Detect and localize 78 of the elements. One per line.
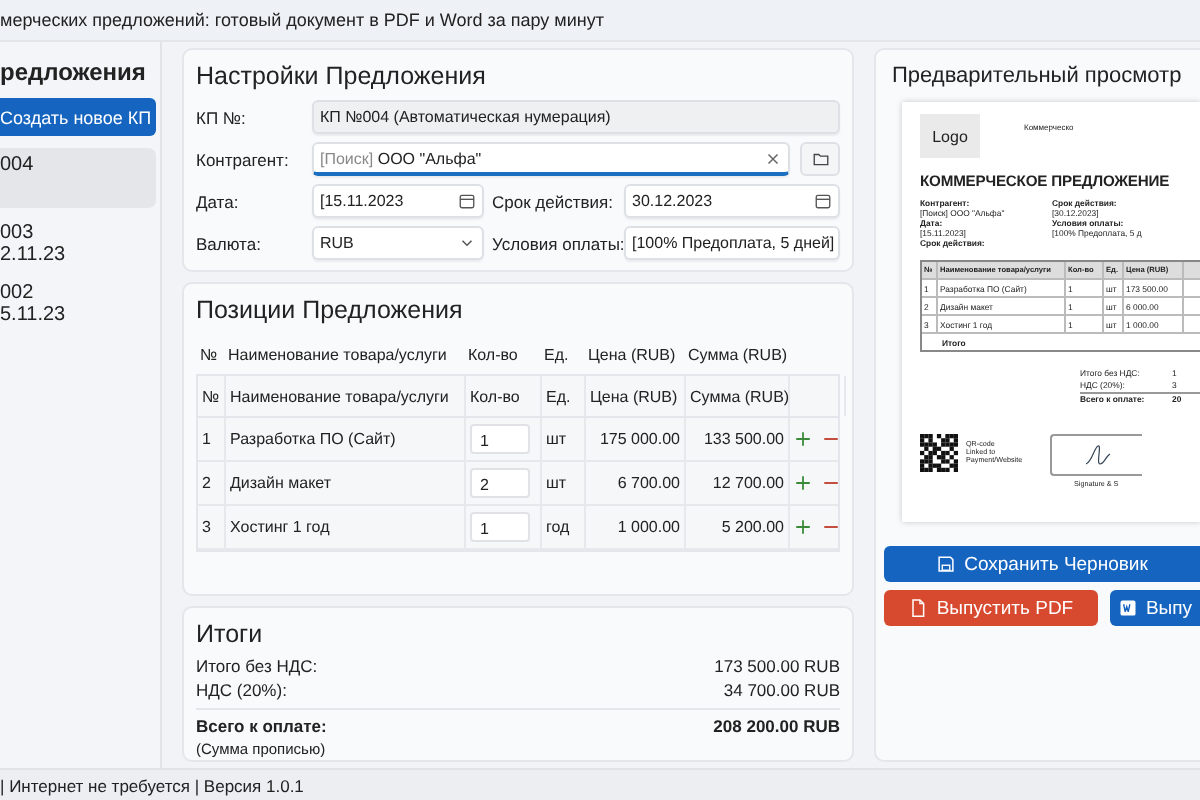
field-value: [Поиск] ООО "Альфа" [320, 149, 482, 167]
field-value: RUB [320, 234, 354, 252]
counterparty-field[interactable]: [Поиск] ООО "Альфа" [312, 142, 790, 176]
export-pdf-button[interactable]: Выпустить PDF [884, 590, 1098, 626]
column-header: Сумма (RUB) [686, 345, 788, 363]
table-cell: шт [542, 462, 586, 504]
date-field[interactable]: [15.11.2023 [312, 184, 484, 218]
field-label: Валюта: [196, 233, 263, 253]
table-cell: год [542, 506, 586, 548]
table-cell: 133 500.00 [686, 418, 790, 460]
field-label: Срок действия: [492, 191, 615, 211]
table-cell: Хостинг 1 год [226, 506, 466, 548]
calendar-icon [814, 192, 832, 210]
table-cell: 1 [198, 418, 226, 460]
field-label: Контрагент: [196, 149, 291, 169]
column-header: Ед. [542, 345, 571, 363]
status-text: | Интернет не требуется | Версия 1.0.1 [0, 775, 304, 795]
card-title: Итоги [196, 620, 265, 648]
table-cell: Дизайн макет [226, 462, 466, 504]
table-cell: 6 700.00 [586, 462, 686, 504]
window-title: мерческих предложений: готовый документ в PDF и Word за пару минут [0, 10, 604, 30]
field-value: [15.11.2023 [320, 192, 404, 210]
column-header: Кол-во [466, 376, 542, 416]
total-value: 208 200.00 RUB [713, 716, 840, 740]
proposal-item[interactable]: 002 5.11.23 [0, 276, 156, 328]
total-label: НДС (20%): [196, 680, 287, 704]
column-header: Цена (RUB) [586, 345, 678, 363]
currency-dropdown[interactable]: RUB [312, 226, 484, 260]
field-label: КП №: [196, 107, 248, 127]
column-header: Наименование товара/услуги [226, 376, 466, 416]
folder-button[interactable] [800, 142, 840, 176]
column-header: Наименование товара/услуги [226, 345, 449, 363]
plus-icon[interactable] [794, 518, 812, 536]
column-header: Цена (RUB) [586, 376, 686, 416]
table-cell: Разработка ПО (Сайт) [226, 418, 466, 460]
calendar-icon [458, 192, 476, 210]
table-cell: 2 [198, 462, 226, 504]
date-field[interactable]: 30.12.2023 [624, 184, 840, 218]
number-field: КП №004 (Автоматическая нумерация) [312, 100, 840, 134]
proposal-item[interactable]: 003 2.11.23 [0, 216, 156, 268]
save-draft-button[interactable]: Сохранить Черновик [884, 546, 1200, 582]
card-title: Позиции Предложения [196, 296, 465, 324]
field-value: 30.12.2023 [632, 192, 713, 210]
save-icon [936, 554, 957, 574]
column-header: Ед. [542, 376, 586, 416]
document-icon [908, 598, 929, 618]
plus-icon[interactable] [794, 474, 812, 492]
preview-title: Предварительный просмотр [890, 62, 1184, 92]
qr-code-icon [920, 434, 958, 472]
folder-icon [811, 150, 829, 168]
field-label: Дата: [196, 191, 241, 211]
quantity-field[interactable]: 1 [470, 424, 530, 454]
quantity-field[interactable]: 2 [470, 468, 530, 498]
table-cell: 3 [198, 506, 226, 548]
table-cell: 12 700.00 [686, 462, 790, 504]
sidebar-title: редложения [0, 58, 146, 90]
create-button[interactable]: Создать новое КП [0, 98, 156, 136]
clear-icon[interactable] [764, 149, 782, 167]
export-word-button[interactable]: Выпу [1109, 590, 1200, 626]
quantity-field[interactable]: 1 [470, 512, 530, 542]
plus-icon[interactable] [794, 430, 812, 448]
card-title: Настройки Предложения [196, 62, 488, 90]
payment-terms-field[interactable]: [100% Предоплата, 5 дней] [624, 226, 840, 260]
column-header: № [198, 376, 226, 416]
table-cell: 175 000.00 [586, 418, 686, 460]
total-label: Итого без НДС: [196, 656, 318, 680]
proposal-item[interactable]: 004 [0, 148, 156, 208]
column-header: № [198, 345, 220, 363]
column-header: Сумма (RUB) [686, 376, 790, 416]
total-value: 34 700.00 RUB [723, 680, 840, 704]
table-cell: 1 000.00 [586, 506, 686, 548]
table-cell: 5 200.00 [686, 506, 790, 548]
table-cell: шт [542, 418, 586, 460]
word-icon [1117, 598, 1138, 618]
column-header: Кол-во [466, 345, 520, 363]
total-label: Всего к оплате: [196, 716, 327, 740]
total-value: 173 500.00 RUB [714, 656, 840, 680]
logo: Logo [920, 114, 980, 158]
